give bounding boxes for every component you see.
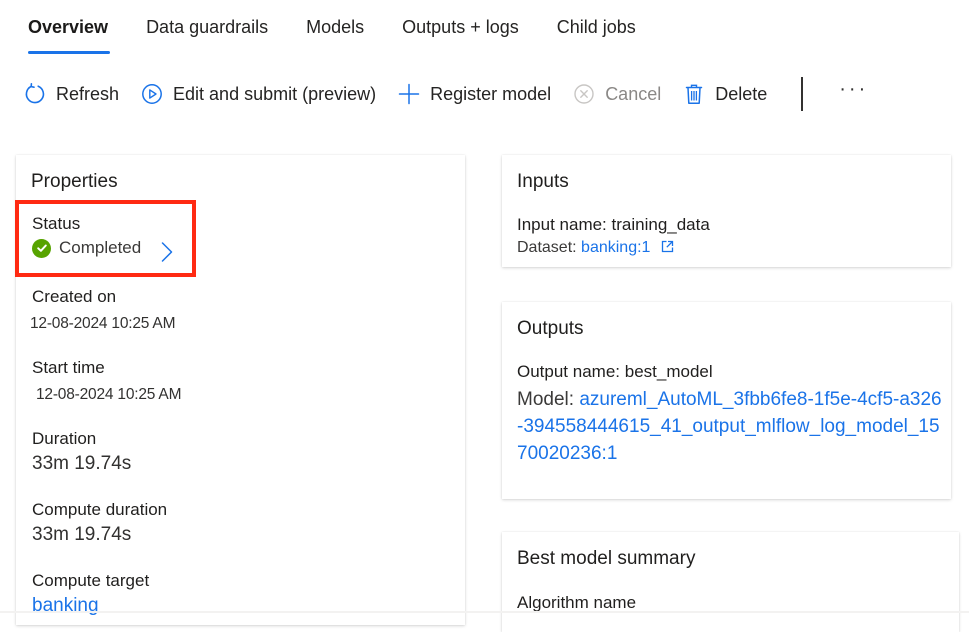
tab-data-guardrails[interactable]: Data guardrails <box>146 14 268 40</box>
dataset-link[interactable]: banking:1 <box>581 239 650 256</box>
status-value: Completed <box>32 238 141 258</box>
best-model-summary-card: Best model summary Algorithm name <box>502 532 959 632</box>
status-label: Status <box>32 214 81 233</box>
input-name-value: training_data <box>611 215 710 234</box>
register-model-label: Register model <box>430 83 552 104</box>
trash-icon <box>683 83 705 105</box>
tab-outputs-logs[interactable]: Outputs + logs <box>402 14 519 40</box>
check-circle-icon <box>32 238 51 258</box>
dataset-row: Dataset: banking:1 <box>517 239 674 258</box>
refresh-icon <box>24 83 46 105</box>
tab-models[interactable]: Models <box>306 14 364 40</box>
toolbar-divider <box>801 77 804 111</box>
delete-label: Delete <box>715 83 768 104</box>
tab-child-jobs[interactable]: Child jobs <box>557 14 636 40</box>
start-time-value: 12-08-2024 10:25 AM <box>36 386 182 403</box>
delete-button[interactable]: Delete <box>683 83 767 105</box>
cancel-circle-icon <box>573 83 595 105</box>
best-model-summary-title: Best model summary <box>517 548 696 569</box>
refresh-button[interactable]: Refresh <box>24 83 119 105</box>
output-name-value: best_model <box>624 362 713 381</box>
cancel-button[interactable]: Cancel <box>573 83 661 105</box>
play-circle-icon <box>141 83 163 105</box>
tab-overview[interactable]: Overview <box>28 14 111 54</box>
dataset-label: Dataset: <box>517 239 577 256</box>
input-name-label: Input name: <box>517 215 607 234</box>
inputs-title: Inputs <box>517 171 569 192</box>
created-on-label: Created on <box>32 287 117 306</box>
output-name-label: Output name: <box>517 362 621 381</box>
start-time-field: Start time 12-08-2024 10:25 AM <box>32 358 181 404</box>
command-bar: Refresh Edit and submit (preview) Regist… <box>24 77 868 111</box>
refresh-label: Refresh <box>56 83 120 104</box>
open-in-new-icon[interactable] <box>661 240 674 258</box>
inputs-card: Inputs Input name: training_data Dataset… <box>502 155 951 267</box>
cancel-label: Cancel <box>605 83 662 104</box>
model-row: Model: azureml_AutoML_3fbb6fe8-1f5e-4cf5… <box>517 386 942 467</box>
compute-duration-label: Compute duration <box>32 500 168 519</box>
start-time-label: Start time <box>32 358 105 377</box>
tab-bar: Overview Data guardrails Models Outputs … <box>28 14 674 56</box>
outputs-title: Outputs <box>517 318 584 339</box>
model-link[interactable]: azureml_AutoML_3fbb6fe8-1f5e-4cf5-a326-3… <box>517 389 942 464</box>
outputs-card: Outputs Output name: best_model Model: a… <box>502 302 951 499</box>
compute-duration-field: Compute duration 33m 19.74s <box>32 500 167 546</box>
compute-target-link[interactable]: banking <box>32 595 149 617</box>
created-on-field: Created on 12-08-2024 10:25 AM <box>30 287 176 333</box>
register-model-button[interactable]: Register model <box>398 83 551 105</box>
more-icon: ··· <box>839 78 869 100</box>
edit-and-submit-label: Edit and submit (preview) <box>173 83 377 104</box>
model-label: Model: <box>517 389 575 410</box>
created-on-value: 12-08-2024 10:25 AM <box>30 315 176 332</box>
compute-target-label: Compute target <box>32 571 150 590</box>
more-options-button[interactable]: ··· <box>839 79 868 104</box>
duration-value: 33m 19.74s <box>32 453 132 474</box>
compute-duration-value: 33m 19.74s <box>32 524 132 545</box>
duration-field: Duration 33m 19.74s <box>32 429 131 475</box>
status-text: Completed <box>59 238 142 257</box>
input-name-row: Input name: training_data <box>517 215 710 235</box>
duration-label: Duration <box>32 429 97 448</box>
algorithm-name-label: Algorithm name <box>517 593 637 612</box>
properties-title: Properties <box>31 171 118 192</box>
chevron-right-icon[interactable] <box>160 241 174 268</box>
output-name-row: Output name: best_model <box>517 362 713 382</box>
plus-icon <box>398 83 420 105</box>
edit-and-submit-button[interactable]: Edit and submit (preview) <box>141 83 376 105</box>
